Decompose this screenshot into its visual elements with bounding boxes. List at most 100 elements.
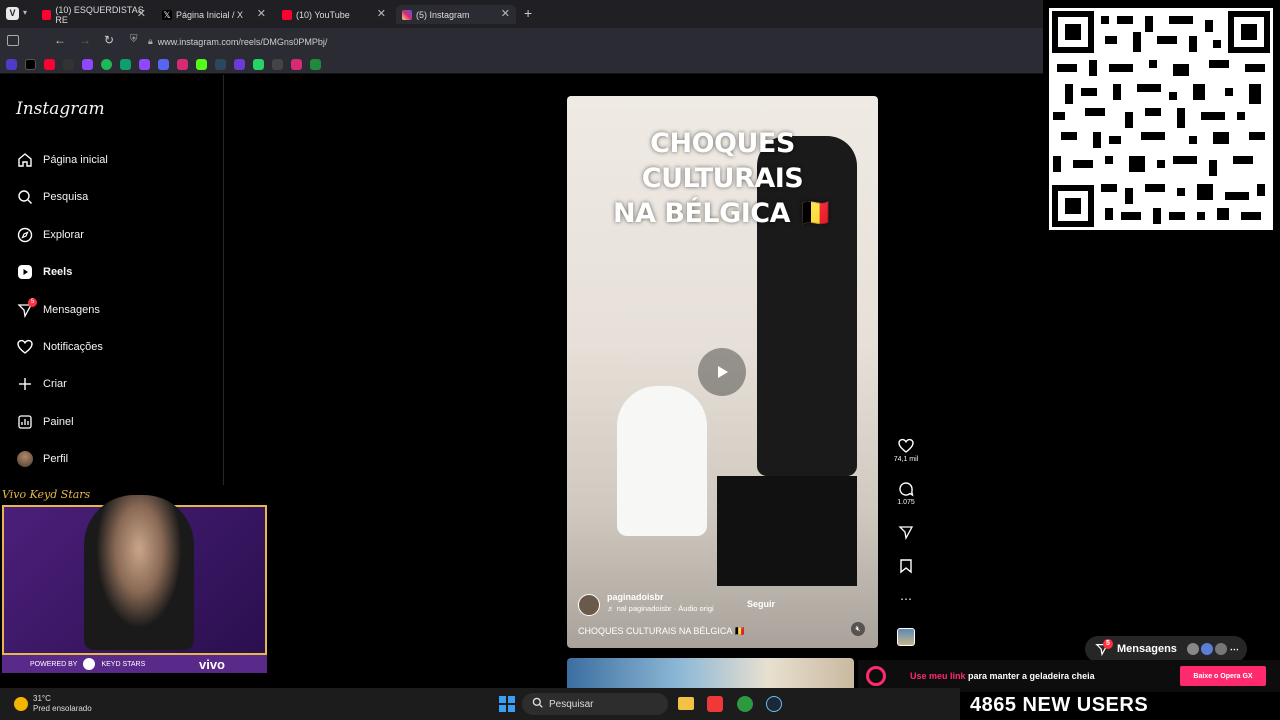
bookmark-icon[interactable] [215, 58, 226, 70]
url-field[interactable]: 🔒︎ www.instagram.com/reels/DMGns0PMPbj/ [148, 33, 327, 50]
webcam-feed [2, 495, 267, 655]
author-name[interactable]: paginadoisbr [607, 592, 664, 602]
browser-tab-bar: V ▾ (10) ESQUERDISTAS RE ✕ 𝕏 Página Inic… [0, 0, 1043, 28]
contact-avatars [1186, 643, 1227, 655]
steam-icon[interactable] [766, 696, 782, 712]
tab-x[interactable]: 𝕏 Página Inicial / X ✕ [156, 5, 272, 24]
chevron-down-icon[interactable]: ▾ [23, 8, 27, 17]
plus-icon [16, 375, 34, 393]
like-button[interactable]: 74,1 mil [892, 438, 920, 463]
next-reel-preview[interactable] [567, 658, 854, 688]
nav-dashboard[interactable]: Painel [16, 411, 74, 433]
nav-label: Pesquisa [43, 191, 89, 203]
nav-label: Criar [43, 378, 67, 390]
bookmark-icon[interactable] [272, 58, 283, 70]
forward-button[interactable]: → [79, 33, 91, 47]
author-avatar[interactable] [578, 594, 600, 616]
reel-video[interactable]: CHOQUES CULTURAIS NA BÉLGICA 🇧🇪 paginado… [567, 96, 878, 648]
tab-youtube[interactable]: (10) YouTube ✕ [276, 5, 392, 24]
reels-icon [16, 263, 34, 281]
bookmark-kick-icon[interactable] [196, 58, 207, 70]
search-placeholder: Pesquisar [549, 698, 594, 710]
tab-youtube-esquerdistas[interactable]: (10) ESQUERDISTAS RE ✕ [36, 5, 152, 25]
bookmark-youtube-icon[interactable] [44, 58, 55, 70]
tab-title: (10) YouTube [296, 9, 350, 20]
toilet-shape [617, 386, 707, 536]
weather-widget[interactable]: 31°C Pred ensolarado [14, 694, 92, 714]
vivaldi-icon[interactable] [707, 696, 723, 712]
youtube-icon [42, 9, 52, 20]
tab-instagram[interactable]: (5) Instagram ✕ [396, 5, 516, 24]
new-users-counter: 4865 NEW USERS [970, 694, 1149, 716]
nav-reels[interactable]: Reels [16, 261, 72, 283]
panel-toggle-icon[interactable] [7, 35, 19, 46]
bookmark-instagram-icon[interactable] [291, 58, 302, 70]
qr-code [1049, 8, 1273, 230]
bookmark-icon[interactable] [310, 58, 321, 70]
tab-title: (5) Instagram [416, 9, 470, 20]
reel-title-line2: NA BÉLGICA 🇧🇪 [612, 198, 833, 230]
instagram-logo[interactable]: Instagram [16, 99, 105, 119]
nav-explore[interactable]: Explorar [16, 224, 84, 246]
new-tab-button[interactable]: + [524, 5, 532, 21]
xbox-icon[interactable] [737, 696, 753, 712]
avatar-icon [16, 450, 34, 468]
bookmark-twitch-icon[interactable] [139, 58, 150, 70]
close-icon[interactable]: ✕ [501, 7, 510, 20]
shorts-silhouette [717, 476, 857, 586]
x-icon: 𝕏 [162, 9, 172, 20]
sun-icon [14, 697, 28, 711]
nav-profile[interactable]: Perfil [16, 448, 68, 470]
nav-messages[interactable]: 5 Mensagens [16, 298, 100, 321]
sponsor-name: vivo [198, 656, 225, 672]
bookmark-spotify-icon[interactable] [101, 58, 112, 70]
close-icon[interactable]: ✕ [137, 7, 146, 20]
messages-badge: 5 [1103, 639, 1113, 649]
bookmark-icon[interactable] [6, 58, 17, 70]
streamer-silhouette [84, 495, 194, 650]
team-name: KEYD STARS [101, 660, 146, 668]
search-icon [532, 697, 543, 711]
opera-download-button[interactable]: Baixe o Opera GX [1180, 666, 1266, 686]
instagram-icon [402, 9, 412, 20]
nav-home[interactable]: Página inicial [16, 149, 108, 171]
reload-button[interactable]: ↻ [104, 33, 114, 47]
follow-button[interactable]: Seguir [747, 599, 775, 609]
save-button[interactable] [892, 558, 920, 576]
close-icon[interactable]: ✕ [257, 7, 266, 20]
bookmark-x-icon[interactable] [25, 58, 36, 70]
play-button[interactable] [698, 348, 746, 396]
bookmark-icon[interactable] [120, 58, 131, 70]
close-icon[interactable]: ✕ [377, 7, 386, 20]
notification-badge: 5 [28, 298, 37, 307]
home-icon [16, 151, 34, 169]
audio-label[interactable]: ♬ nal paginadoisbr · Áudio origi [607, 604, 714, 613]
file-explorer-icon[interactable] [678, 697, 694, 710]
share-icon [898, 526, 914, 540]
lock-icon: 🔒︎ [148, 36, 153, 46]
nav-search[interactable]: Pesquisa [16, 186, 88, 208]
vivaldi-menu-icon[interactable]: V [6, 7, 19, 20]
search-icon [16, 188, 34, 206]
nav-label: Notificações [43, 341, 103, 353]
taskbar-search[interactable]: Pesquisar [522, 693, 668, 715]
share-button[interactable] [892, 524, 920, 542]
bookmark-instagram-icon[interactable] [177, 58, 188, 70]
dashboard-icon [16, 413, 34, 431]
messages-pill[interactable]: 5 Mensagens ⋯ [1085, 636, 1247, 662]
comment-button[interactable]: 1.075 [892, 481, 920, 506]
bookmark-icon[interactable] [158, 58, 169, 70]
more-options-icon[interactable]: ⋯ [892, 592, 920, 606]
windows-start-icon[interactable] [499, 696, 515, 712]
audio-thumbnail[interactable] [897, 628, 915, 646]
mute-icon[interactable]: 🔇︎ [851, 622, 865, 636]
bookmark-icon[interactable] [253, 58, 264, 70]
bookmark-icon[interactable] [234, 58, 245, 70]
nav-notifications[interactable]: Notificações [16, 336, 103, 358]
reel-title-line1: CHOQUES CULTURAIS [641, 128, 804, 195]
bookmark-icon[interactable] [82, 58, 93, 70]
shield-icon[interactable]: ⛨ [130, 34, 138, 45]
back-button[interactable]: ← [54, 33, 66, 47]
bookmark-icon[interactable] [63, 58, 74, 70]
nav-create[interactable]: Criar [16, 373, 67, 395]
